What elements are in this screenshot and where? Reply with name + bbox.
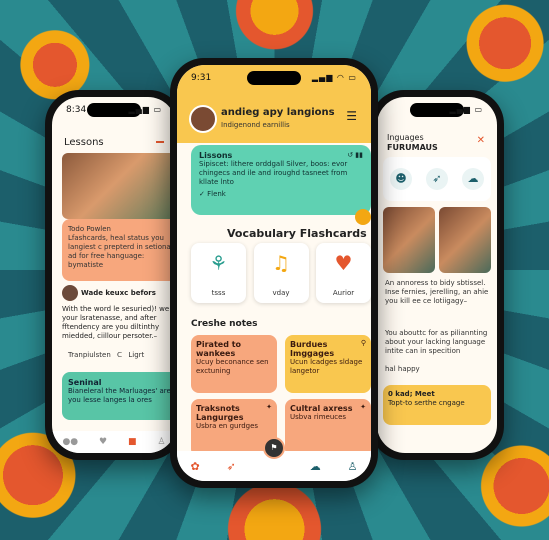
- nav-profile-icon[interactable]: ♙: [348, 460, 358, 473]
- reaction-label[interactable]: hal happy: [385, 365, 420, 373]
- note-card[interactable]: ⚲ Burdues Imggages Ucun lcadges sldage l…: [285, 335, 371, 393]
- note-title: Traksnots Langurges: [196, 404, 244, 422]
- flag-fab-icon[interactable]: ⚑: [263, 437, 285, 459]
- forum-post-text: An annoress to bidy sbtissel. Inse ferni…: [385, 279, 489, 305]
- seminal-body: Bianeleral the Marluages' are you lesse …: [68, 387, 171, 404]
- note-title: Pirated to wankees: [196, 340, 242, 358]
- title-line-1: Inguages: [387, 133, 424, 142]
- avatar[interactable]: [189, 105, 217, 133]
- flashcard-tile[interactable]: ♥ Aurior: [316, 243, 371, 303]
- forum-icons: ☻ ➶ ☁: [383, 157, 491, 201]
- lessons-body: Sipiscet: lithere orddgall Silver, boos:…: [199, 160, 348, 186]
- meet-card-title: 0 kad; Meet: [388, 390, 435, 398]
- note-title: Burdues Imggages: [290, 340, 335, 358]
- nav-heart-icon[interactable]: ♥: [99, 437, 107, 447]
- meet-card[interactable]: 0 kad; Meet Topt-to serthe cngage: [383, 385, 491, 425]
- lessons-title: Lissons: [199, 151, 233, 160]
- signal-battery-icon: ▂▄▆ ◠ ▭: [311, 73, 357, 82]
- flashcard-tile[interactable]: ⚘ tsss: [191, 243, 246, 303]
- note-body: Usbra en gurdges: [196, 422, 259, 430]
- phone-notch: [247, 71, 301, 85]
- close-icon[interactable]: ✕: [477, 135, 485, 146]
- notes-title: Creshe notes: [191, 319, 258, 329]
- seminal-title: Seninal: [68, 378, 102, 387]
- nav-chat-icon[interactable]: ●●: [62, 437, 78, 447]
- page-title: Inguages FURUMAUS: [387, 133, 438, 153]
- title-line-2: FURUMAUS: [387, 143, 438, 152]
- bird-icon[interactable]: ➶: [426, 168, 448, 190]
- plant-icon: ⚘: [209, 251, 228, 275]
- lessons-badge-icon: ↺ ▮▮: [347, 151, 363, 159]
- lessons-card[interactable]: Lissons ↺ ▮▮ Sipiscet: lithere orddgall …: [191, 145, 371, 215]
- note-card[interactable]: ✦ Cultral axress Usbva rimeuces: [285, 399, 371, 457]
- center-phone-screen: 9:31 ▂▄▆ ◠ ▭ andieg apy langions Indigen…: [177, 65, 371, 481]
- nav-profile-icon[interactable]: ♙: [157, 437, 165, 447]
- flashcard-tiles: ⚘ tsss ♫ vday ♥ Aurior: [191, 243, 371, 303]
- translate-link[interactable]: Tranpiulsten: [68, 351, 111, 359]
- post-actions: Tranpiulsten ᑕ Ligrt: [68, 351, 144, 359]
- bottom-nav: ●● ♥ ■ ♙: [52, 431, 176, 453]
- right-phone-screen: ▂▄▆ ▭ Inguages FURUMAUS ✕ ☻ ➶ ☁ An annor…: [377, 97, 497, 453]
- post[interactable]: Wade keuxc befors With the word le sesur…: [62, 285, 176, 341]
- star-icon: ✦: [360, 403, 366, 411]
- like-label[interactable]: Ligrt: [128, 351, 144, 359]
- chat-icon[interactable]: ☁: [462, 168, 484, 190]
- nav-paw-icon[interactable]: ✿: [190, 460, 199, 473]
- left-phone-screen: 8:34 ▂▄▆ ▭ Lessons Todo Powlen Lfashcard…: [52, 97, 176, 453]
- heart-icon: ♥: [334, 251, 353, 275]
- lesson-card[interactable]: Todo Powlen Lfashcards, heal status you …: [62, 219, 176, 281]
- menu-icon[interactable]: ☰: [346, 109, 357, 123]
- tile-label: Aurior: [332, 289, 355, 297]
- post-body: With the word le sesuried)! we your lsra…: [62, 305, 170, 340]
- bookmark-icon: ⚲: [360, 339, 366, 347]
- menu-icon[interactable]: [156, 141, 164, 143]
- lessons-link[interactable]: ✓ Flenk: [199, 190, 363, 199]
- signal-battery-icon: ▂▄▆ ▭: [449, 105, 483, 114]
- vocabulary-title: Vocabulary Flashcards: [227, 227, 367, 240]
- lesson-card-title: Todo Powlen: [68, 225, 111, 233]
- forum-photo[interactable]: [383, 207, 435, 273]
- note-body: Ucuy beconance sen exctuning: [196, 358, 269, 375]
- post-author: Wade keuxc befors: [81, 289, 156, 297]
- status-time: 8:34: [66, 105, 87, 115]
- nav-bird-icon[interactable]: ➶: [227, 460, 236, 473]
- star-icon: ✦: [266, 403, 272, 411]
- note-body: Usbva rimeuces: [290, 413, 347, 421]
- lesson-card-footer: bymatiste: [68, 261, 104, 269]
- right-phone: ▂▄▆ ▭ Inguages FURUMAUS ✕ ☻ ➶ ☁ An annor…: [370, 90, 504, 460]
- lesson-card-body: Lfashcards, heal status you langiest c p…: [68, 234, 171, 260]
- signal-battery-icon: ▂▄▆ ▭: [128, 105, 162, 114]
- note-card[interactable]: Pirated to wankees Ucuy beconance sen ex…: [191, 335, 277, 393]
- meet-card-body: Topt-to serthe cngage: [388, 399, 465, 407]
- avatar-icon[interactable]: ☻: [390, 168, 412, 190]
- forum-photo[interactable]: [439, 207, 491, 273]
- forum-reply-text: You abouttc for as piliannting about you…: [385, 329, 488, 355]
- seminal-card[interactable]: Seninal Bianeleral the Marluages' are yo…: [62, 372, 176, 420]
- note-title: Cultral axress: [290, 404, 353, 413]
- status-time: 9:31: [191, 73, 212, 83]
- profile-photo: [62, 153, 176, 219]
- left-phone: 8:34 ▂▄▆ ▭ Lessons Todo Powlen Lfashcard…: [45, 90, 183, 460]
- app-title: andieg apy langions: [221, 107, 335, 118]
- avatar: [62, 285, 78, 301]
- lessons-link-label: Flenk: [207, 190, 226, 198]
- app-subtitle: Indigenond earnillis: [221, 121, 290, 129]
- decorative-dot-icon: [355, 209, 371, 225]
- like-icon[interactable]: ᑕ: [117, 351, 122, 359]
- nav-chat-icon[interactable]: ☁: [310, 460, 321, 473]
- tile-label: vday: [272, 289, 290, 297]
- music-note-icon: ♫: [272, 251, 290, 275]
- tile-label: tsss: [211, 289, 226, 297]
- note-body: Ucun lcadges sldage langetor: [290, 358, 363, 375]
- nav-home-icon[interactable]: ■: [128, 437, 137, 447]
- page-title: Lessons: [64, 137, 104, 148]
- forum-photos: [383, 207, 491, 273]
- center-phone: 9:31 ▂▄▆ ◠ ▭ andieg apy langions Indigen…: [170, 58, 378, 488]
- flashcard-tile[interactable]: ♫ vday: [253, 243, 309, 303]
